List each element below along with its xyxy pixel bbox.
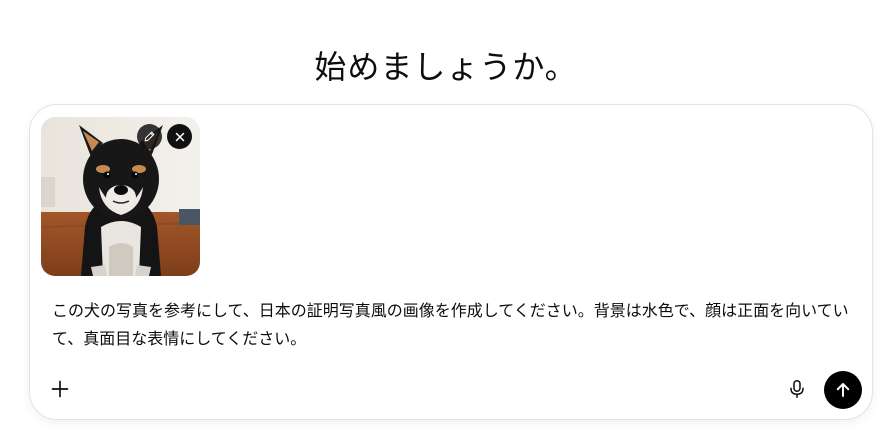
arrow-up-icon bbox=[836, 383, 850, 397]
add-attachment-button[interactable] bbox=[46, 375, 74, 403]
attached-image[interactable] bbox=[41, 117, 200, 276]
microphone-icon bbox=[790, 380, 804, 398]
send-button[interactable] bbox=[824, 371, 862, 409]
pencil-icon bbox=[144, 131, 155, 142]
voice-input-button[interactable] bbox=[784, 376, 810, 402]
page-heading: 始めましょうか。 bbox=[314, 48, 578, 87]
edit-image-button[interactable] bbox=[137, 124, 162, 149]
message-composer[interactable]: この犬の写真を参考にして、日本の証明写真風の画像を作成してください。背景は水色で… bbox=[29, 104, 873, 420]
remove-image-button[interactable] bbox=[167, 124, 192, 149]
prompt-text-input[interactable]: この犬の写真を参考にして、日本の証明写真風の画像を作成してください。背景は水色で… bbox=[52, 297, 852, 353]
close-icon bbox=[175, 132, 184, 141]
plus-icon bbox=[51, 380, 69, 398]
